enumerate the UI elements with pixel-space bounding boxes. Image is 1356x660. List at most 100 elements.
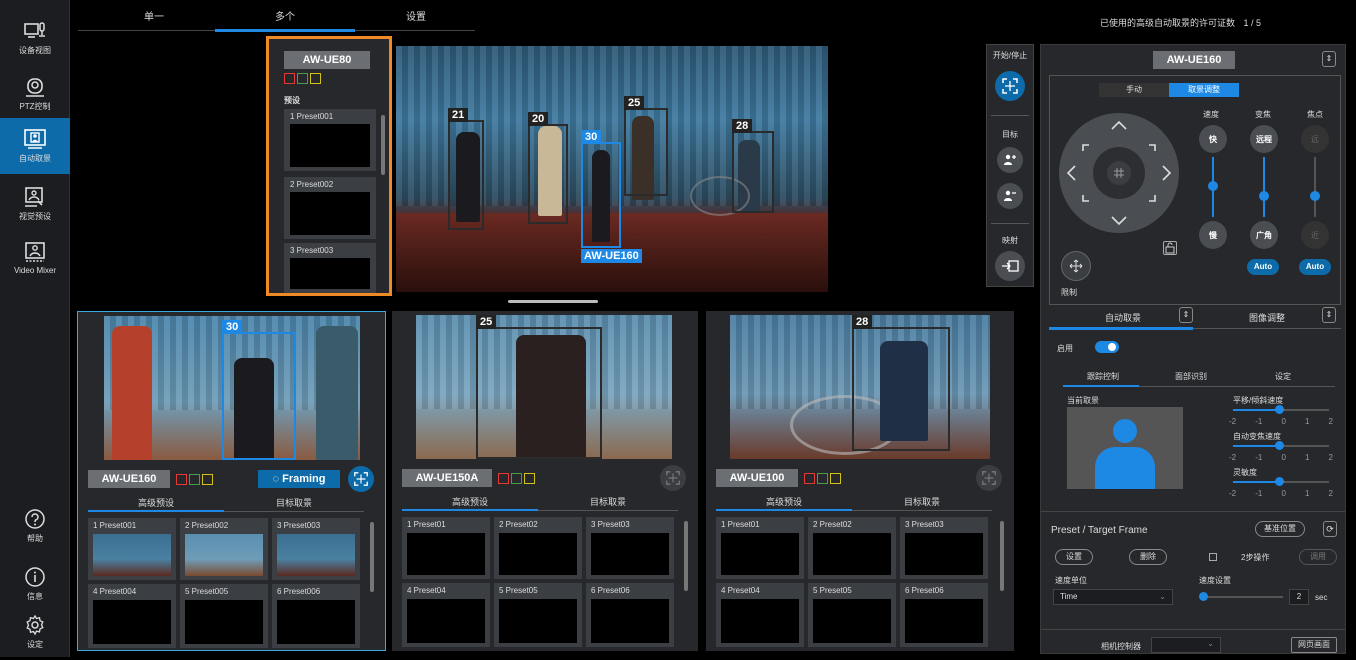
camera-panel[interactable]: 28 AW-UE100 高级预设 目标取景 1 Preset01 2 Prese… (706, 311, 1014, 651)
camera-controller-select[interactable]: ⌄ (1151, 637, 1221, 653)
preset-card[interactable]: 4 Preset004 (88, 584, 176, 648)
sidebar-item-ptz[interactable]: PTZ控制 (0, 66, 70, 122)
resize-handle[interactable] (508, 300, 598, 303)
sidebar-item-device-view[interactable]: 设备视图 (0, 10, 70, 66)
zoom-auto-button[interactable]: Auto (1247, 259, 1279, 275)
camera-preview[interactable]: 28 (730, 315, 990, 459)
preset-card[interactable]: 1 Preset001 (88, 518, 176, 580)
zoom-wide-button[interactable]: 广角 (1250, 221, 1278, 249)
slider-knob[interactable] (1199, 592, 1208, 601)
preset-scrollbar[interactable] (1000, 521, 1004, 591)
slider-knob[interactable] (1275, 441, 1284, 450)
speed-slider-knob[interactable] (1208, 181, 1218, 191)
tab-image-adjust[interactable]: 图像调整 (1249, 311, 1285, 324)
pan-tilt-joystick[interactable] (1059, 113, 1179, 233)
preset-card[interactable]: 3 Preset003 (284, 243, 376, 293)
speed-value-input[interactable]: 2 (1289, 589, 1309, 605)
preset-card[interactable]: 2 Preset02 (808, 517, 896, 579)
base-position-button[interactable]: 基准位置 (1255, 521, 1305, 537)
sidebar-item-help[interactable]: 帮助 (0, 498, 70, 554)
target-box-selected[interactable]: 30 (581, 130, 621, 248)
focus-slider[interactable] (1314, 157, 1316, 217)
slider-knob[interactable] (1275, 405, 1284, 414)
target-box[interactable]: 28 (732, 119, 774, 213)
camera-panel[interactable]: 30 AW-UE160 ◌ Framing 高级预设 目标取景 1 Preset… (77, 311, 386, 651)
preset-card[interactable]: 6 Preset06 (586, 583, 674, 647)
framing-target-button[interactable] (976, 465, 1002, 491)
preset-card[interactable]: 4 Preset04 (716, 583, 804, 647)
remove-target-button[interactable] (997, 183, 1023, 209)
tab-single[interactable]: 单一 (94, 8, 214, 30)
target-box-selected[interactable]: 30 (222, 320, 296, 460)
target-box[interactable]: 25 (624, 96, 668, 196)
preset-card[interactable]: 3 Preset003 (272, 518, 360, 580)
preset-scrollbar[interactable] (684, 521, 688, 591)
web-screen-button[interactable]: 网页画面 (1291, 637, 1337, 653)
tab-target-framing[interactable]: 目标取景 (538, 495, 678, 508)
refresh-icon[interactable]: ⟳ (1323, 521, 1337, 537)
section-select-button[interactable]: ⇕ (1322, 307, 1336, 323)
enable-toggle[interactable] (1095, 341, 1119, 353)
framing-target-button[interactable] (348, 466, 374, 492)
slider-knob[interactable] (1275, 477, 1284, 486)
camera-select-button[interactable]: ⇕ (1322, 51, 1336, 67)
preset-card[interactable]: 1 Preset01 (402, 517, 490, 579)
limit-button[interactable] (1061, 251, 1091, 281)
framing-target-button[interactable] (660, 465, 686, 491)
speed-slow-button[interactable]: 慢 (1199, 221, 1227, 249)
zoom-tele-button[interactable]: 远程 (1250, 125, 1278, 153)
tab-auto-framing[interactable]: 自动取景 (1105, 311, 1141, 324)
preset-card[interactable]: 1 Preset001 (284, 109, 376, 171)
preset-card[interactable]: 1 Preset01 (716, 517, 804, 579)
preset-card[interactable]: 5 Preset05 (808, 583, 896, 647)
main-camera-view[interactable]: 21 20 30 25 28 AW-UE160 (396, 46, 828, 292)
zoom-slider[interactable] (1263, 157, 1265, 217)
set-button[interactable]: 设置 (1055, 549, 1093, 565)
speed-setting-slider[interactable] (1201, 596, 1283, 598)
tab-advanced-preset[interactable]: 高级预设 (402, 495, 538, 508)
preset-card[interactable]: 6 Preset006 (272, 584, 360, 648)
preset-card[interactable]: 4 Preset04 (402, 583, 490, 647)
mapping-button[interactable] (995, 251, 1025, 281)
preset-scrollbar[interactable] (370, 522, 374, 592)
sidebar-item-auto-framing[interactable]: 自动取景 (0, 118, 70, 174)
two-step-checkbox[interactable] (1209, 553, 1217, 561)
tab-tracking-control[interactable]: 跟踪控制 (1087, 371, 1119, 382)
tab-framing-adjust[interactable]: 取景调整 (1169, 83, 1239, 97)
section-select-button[interactable]: ⇕ (1179, 307, 1193, 323)
tab-face-recognition[interactable]: 面部识别 (1175, 371, 1207, 382)
preset-card[interactable]: 6 Preset06 (900, 583, 988, 647)
camera-preview[interactable]: 30 (104, 316, 360, 460)
start-stop-button[interactable] (995, 71, 1025, 101)
add-target-button[interactable] (997, 147, 1023, 173)
sidebar-item-settings[interactable]: 设定 (0, 604, 70, 660)
zoom-slider-knob[interactable] (1259, 191, 1269, 201)
tab-config[interactable]: 设定 (1275, 371, 1291, 382)
target-box[interactable]: 21 (448, 108, 484, 230)
sidebar-item-video-mixer[interactable]: Video Mixer (0, 230, 70, 286)
preset-card[interactable]: 2 Preset02 (494, 517, 582, 579)
focus-far-button[interactable]: 近 (1301, 221, 1329, 249)
tab-settings[interactable]: 设置 (356, 8, 476, 30)
delete-button[interactable]: 删除 (1129, 549, 1167, 565)
focus-slider-knob[interactable] (1310, 191, 1320, 201)
speed-unit-select[interactable]: Time ⌄ (1053, 589, 1173, 605)
camera-panel[interactable]: 25 AW-UE150A 高级预设 目标取景 1 Preset01 2 Pres… (392, 311, 698, 651)
recall-button[interactable]: 调用 (1299, 549, 1337, 565)
target-box[interactable]: 28 (852, 315, 950, 451)
tab-multiple[interactable]: 多个 (225, 8, 345, 30)
tab-target-framing[interactable]: 目标取景 (852, 495, 992, 508)
preset-card[interactable]: 3 Preset03 (586, 517, 674, 579)
tab-manual[interactable]: 手动 (1099, 83, 1169, 97)
speed-fast-button[interactable]: 快 (1199, 125, 1227, 153)
camera-preview[interactable]: 25 (416, 315, 672, 459)
focus-auto-button[interactable]: Auto (1299, 259, 1331, 275)
focus-near-button[interactable]: 远 (1301, 125, 1329, 153)
preset-scrollbar[interactable] (381, 115, 385, 175)
tab-advanced-preset[interactable]: 高级预设 (88, 496, 224, 509)
preset-card[interactable]: 5 Preset005 (180, 584, 268, 648)
tab-target-framing[interactable]: 目标取景 (224, 496, 364, 509)
target-box[interactable]: 20 (528, 112, 568, 224)
preset-card[interactable]: 2 Preset002 (180, 518, 268, 580)
lock-button[interactable] (1163, 241, 1177, 255)
